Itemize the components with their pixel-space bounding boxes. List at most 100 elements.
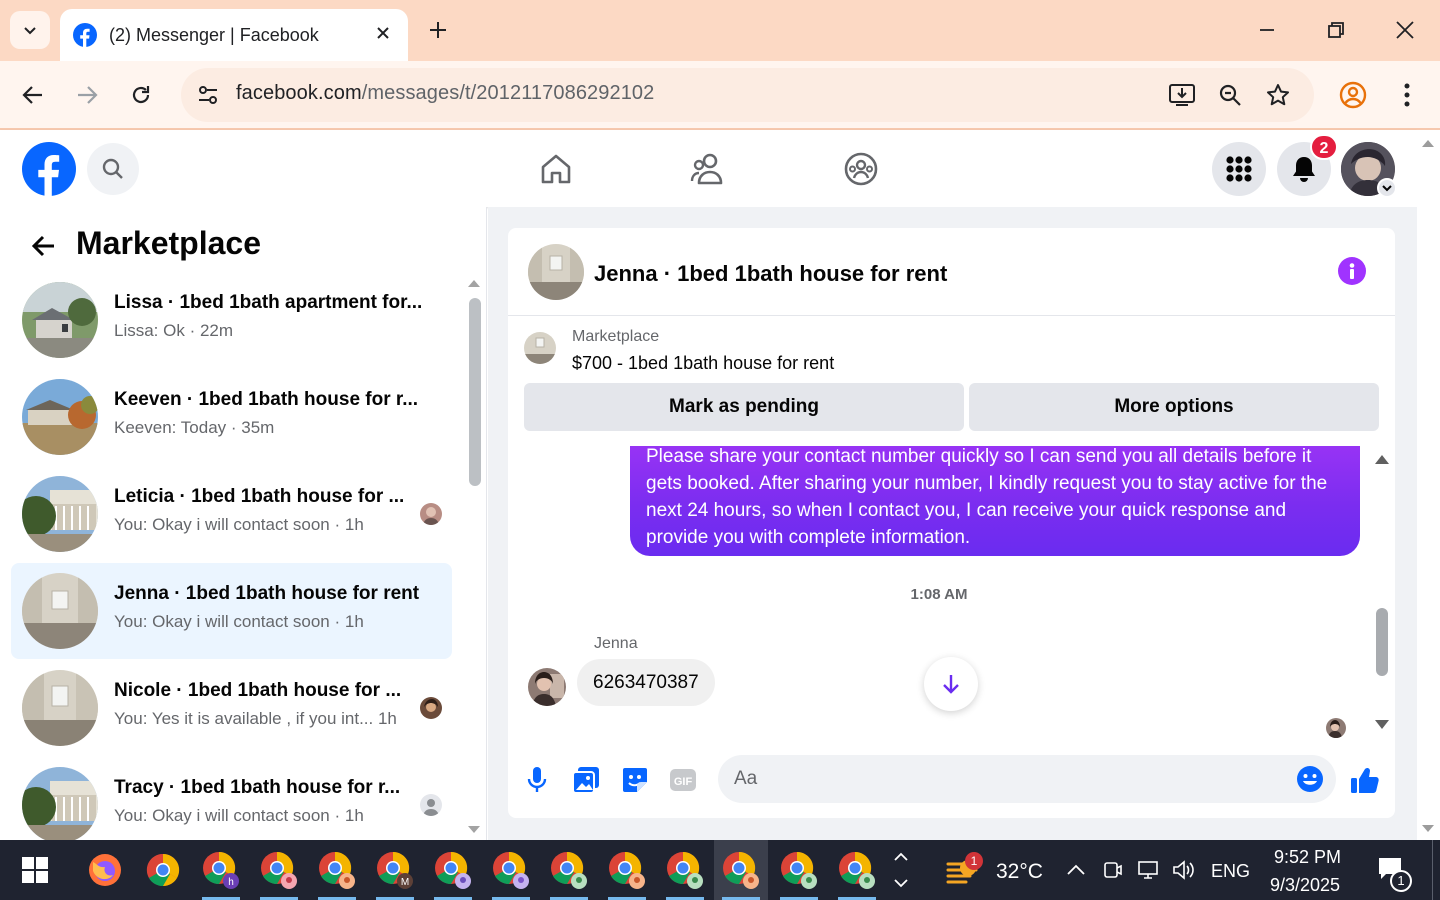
listing-thumbnail[interactable]	[524, 332, 556, 364]
chrome-menu-button[interactable]	[1391, 79, 1423, 111]
language-indicator[interactable]: ENG	[1211, 861, 1250, 882]
conversation-preview: Lissa: Ok · 22m	[114, 321, 234, 340]
tab-search-button[interactable]	[10, 11, 50, 49]
panel-scrollbar-thumb[interactable]	[469, 298, 481, 486]
address-bar[interactable]: facebook.com/messages/t/2012117086292102	[181, 68, 1314, 122]
close-icon	[377, 27, 389, 39]
conversation-item[interactable]: Lissa · 1bed 1bath apartment for... Liss…	[11, 272, 452, 368]
install-app-button[interactable]	[1168, 81, 1196, 109]
back-button[interactable]	[17, 79, 49, 111]
taskbar-chrome[interactable]	[136, 840, 190, 900]
back-button[interactable]	[26, 229, 60, 263]
clock-time[interactable]: 9:52 PM	[1274, 847, 1341, 868]
taskbar-chrome-profile[interactable]	[772, 840, 826, 900]
user-photo-icon	[420, 503, 442, 525]
user-photo-icon	[528, 668, 566, 706]
emoji-button[interactable]	[1296, 765, 1324, 793]
taskbar-chrome-profile[interactable]	[252, 840, 306, 900]
mark-as-pending-button[interactable]: Mark as pending	[524, 383, 964, 431]
meet-now-icon[interactable]	[1102, 860, 1122, 880]
outgoing-message-bubble[interactable]: Please share your contact number quickly…	[630, 446, 1360, 556]
scroll-up-arrow-icon[interactable]	[1374, 452, 1390, 466]
conversation-name: Lissa · 1bed 1bath apartment for...	[114, 292, 423, 313]
scroll-up-arrow-icon[interactable]	[1421, 138, 1435, 148]
facebook-favicon-icon	[73, 23, 97, 47]
chat-scrollbar-thumb[interactable]	[1376, 608, 1388, 676]
forward-button[interactable]	[71, 79, 103, 111]
bookmark-button[interactable]	[1264, 81, 1292, 109]
chat-avatar[interactable]	[528, 244, 584, 300]
minimize-button[interactable]	[1251, 14, 1283, 46]
user-photo-icon	[420, 697, 442, 719]
taskbar-scroll-arrows-icon[interactable]	[893, 848, 909, 892]
taskbar-chrome-profile[interactable]	[484, 840, 538, 900]
conversation-item[interactable]: Keeven · 1bed 1bath house for r... Keeve…	[11, 369, 452, 465]
close-window-button[interactable]	[1389, 14, 1421, 46]
conversation-item[interactable]: Leticia · 1bed 1bath house for ... You: …	[11, 466, 452, 562]
taskbar-chrome-profile-active[interactable]	[714, 840, 768, 900]
network-icon[interactable]	[1136, 860, 1160, 880]
conversation-info-button[interactable]	[1338, 257, 1366, 285]
reload-icon	[132, 86, 150, 104]
sticker-button[interactable]	[617, 762, 653, 798]
conversation-name: Jenna · 1bed 1bath house for rent	[114, 583, 420, 604]
home-nav-button[interactable]	[537, 150, 575, 188]
taskbar-chrome-profile[interactable]	[600, 840, 654, 900]
volume-icon[interactable]	[1172, 860, 1196, 880]
listing-title[interactable]: $700 - 1bed 1bath house for rent	[572, 353, 834, 374]
menu-button[interactable]	[1212, 142, 1266, 196]
taskbar-chrome-profile[interactable]	[658, 840, 712, 900]
chat-title[interactable]: Jenna · 1bed 1bath house for rent	[594, 261, 947, 287]
chrome-profile-icon	[839, 851, 875, 889]
friends-nav-button[interactable]	[689, 150, 727, 188]
sender-avatar[interactable]	[528, 668, 566, 706]
facebook-logo-icon[interactable]	[22, 142, 76, 196]
scroll-down-arrow-icon[interactable]	[1374, 718, 1390, 732]
listing-thumbnail	[22, 767, 98, 840]
attach-photo-button[interactable]	[568, 762, 604, 798]
conversation-name: Keeven · 1bed 1bath house for r...	[114, 389, 419, 410]
taskbar-chrome-profile[interactable]: M	[368, 840, 422, 900]
scroll-down-arrow-icon[interactable]	[1421, 824, 1435, 834]
photo-icon	[572, 767, 599, 794]
scroll-to-bottom-button[interactable]	[924, 657, 978, 711]
site-info-button[interactable]	[191, 78, 225, 112]
voice-clip-button[interactable]	[519, 762, 555, 798]
svg-text:h: h	[228, 877, 234, 888]
incoming-message-bubble[interactable]: 6263470387	[577, 659, 715, 706]
gif-button[interactable]: GIF	[665, 762, 701, 798]
send-like-button[interactable]	[1347, 762, 1383, 798]
taskbar-chrome-profile[interactable]	[830, 840, 884, 900]
tab-close-button[interactable]	[372, 22, 394, 44]
friends-icon	[690, 153, 723, 185]
taskbar-firefox[interactable]	[78, 840, 132, 900]
firefox-icon	[89, 854, 121, 886]
profile-icon	[1339, 81, 1367, 109]
zoom-button[interactable]	[1216, 81, 1244, 109]
reload-button[interactable]	[125, 79, 157, 111]
clock-date[interactable]: 9/3/2025	[1270, 875, 1340, 896]
facebook-search-button[interactable]	[87, 143, 139, 195]
listing-thumbnail	[22, 379, 98, 455]
page-scrollbar[interactable]	[1417, 130, 1440, 840]
chevron-up-icon[interactable]	[1066, 860, 1086, 880]
start-button[interactable]	[8, 840, 62, 900]
groups-nav-button[interactable]	[842, 150, 880, 188]
profile-button[interactable]	[1337, 79, 1369, 111]
taskbar-chrome-profile[interactable]	[542, 840, 596, 900]
restore-button[interactable]	[1320, 14, 1352, 46]
taskbar-chrome-profile[interactable]	[310, 840, 364, 900]
taskbar-chrome-profile[interactable]	[426, 840, 480, 900]
new-tab-button[interactable]	[424, 16, 452, 44]
action-center-button[interactable]: 1	[1376, 854, 1416, 892]
show-desktop-button[interactable]	[1432, 840, 1440, 900]
conversation-item-active[interactable]: Jenna · 1bed 1bath house for rent You: O…	[11, 563, 452, 659]
more-options-button[interactable]: More options	[969, 383, 1379, 431]
conversation-item[interactable]: Nicole · 1bed 1bath house for ... You: Y…	[11, 660, 452, 756]
taskbar-chrome-profile[interactable]: h	[194, 840, 248, 900]
account-menu-button[interactable]	[1377, 178, 1397, 198]
browser-tab[interactable]: (2) Messenger | Facebook	[60, 9, 408, 61]
chrome-profile-icon: h	[203, 851, 239, 889]
conversation-item[interactable]: Tracy · 1bed 1bath house for r... You: O…	[11, 757, 452, 840]
message-input[interactable]	[734, 755, 1274, 803]
